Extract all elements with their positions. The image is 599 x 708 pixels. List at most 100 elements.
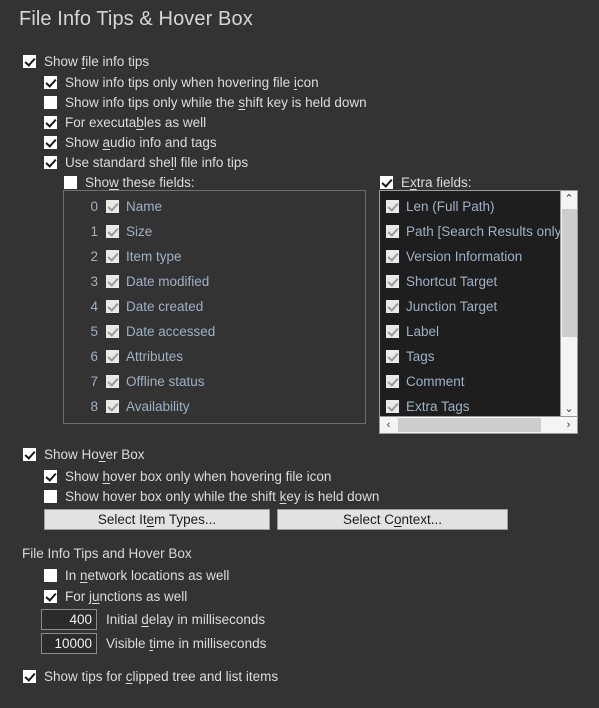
list-item[interactable]: Path [Search Results only] [386, 219, 565, 244]
list-item[interactable]: Label [386, 319, 546, 344]
list-item[interactable]: Comment [386, 369, 546, 394]
checkbox-box[interactable] [106, 375, 119, 388]
checkbox-box[interactable] [106, 200, 119, 213]
list-item-label: Date accessed [126, 324, 216, 339]
vertical-scrollbar[interactable]: ⌃ ⌄ [560, 191, 577, 418]
checkbox-label: Show audio info and tags [65, 135, 217, 150]
list-item-index: 1 [90, 224, 98, 239]
checkbox-box[interactable] [44, 96, 57, 109]
visible-time-input[interactable]: 10000 [41, 633, 97, 654]
initial-delay-row: 400 Initial delay in milliseconds [41, 609, 265, 630]
vertical-scrollbar-thumb[interactable] [562, 209, 577, 337]
horizontal-scrollbar-thumb[interactable] [398, 418, 541, 432]
list-item[interactable]: Len (Full Path) [386, 194, 546, 219]
checkbox-box[interactable] [386, 325, 399, 338]
checkbox-box[interactable] [106, 325, 119, 338]
list-item-label: Offline status [126, 374, 205, 389]
list-item-index: 6 [90, 349, 98, 364]
checkbox-label: For junctions as well [65, 589, 188, 604]
checkbox-label: Use standard shell file info tips [65, 155, 249, 170]
group-label-file-info-tips-and-hover-box: File Info Tips and Hover Box [22, 546, 192, 561]
checkbox-box[interactable] [44, 76, 57, 89]
checkbox-box[interactable] [386, 300, 399, 313]
list-item[interactable]: Version Information [386, 244, 546, 269]
checkbox-box[interactable] [23, 670, 36, 683]
checkbox-box[interactable] [44, 136, 57, 149]
checkbox-box[interactable] [106, 225, 119, 238]
checkbox-box[interactable] [44, 156, 57, 169]
checkbox-box[interactable] [106, 250, 119, 263]
chevron-up-icon[interactable]: ⌃ [561, 191, 577, 208]
list-item[interactable]: 4 Date created [64, 294, 365, 319]
checkbox-box[interactable] [64, 176, 77, 189]
checkbox-show-clipped-tips[interactable]: Show tips for clipped tree and list item… [23, 669, 278, 684]
checkbox-box[interactable] [44, 116, 57, 129]
button-label: Select Context... [342, 512, 443, 527]
checkbox-box[interactable] [106, 275, 119, 288]
fields-listbox[interactable]: 0 Name 1 Size 2 Item type 3 Date modifie… [63, 190, 366, 424]
list-item[interactable]: 6 Attributes [64, 344, 365, 369]
checkbox-show-audio-info[interactable]: Show audio info and tags [44, 135, 217, 150]
checkbox-info-tips-shift-key[interactable]: Show info tips only while the shift key … [44, 95, 367, 110]
list-item[interactable]: 1 Size [64, 219, 365, 244]
initial-delay-input[interactable]: 400 [41, 609, 97, 630]
list-item[interactable]: 2 Item type [64, 244, 365, 269]
list-item[interactable]: 0 Name [64, 194, 365, 219]
checkbox-box[interactable] [386, 200, 399, 213]
checkbox-label: For executables as well [65, 115, 207, 130]
checkbox-box[interactable] [44, 590, 57, 603]
checkbox-show-hover-box[interactable]: Show Hover Box [23, 447, 145, 462]
checkbox-box[interactable] [106, 350, 119, 363]
extra-fields-listbox[interactable]: Len (Full Path) Path [Search Results onl… [379, 190, 578, 434]
list-item[interactable]: Tags [386, 344, 546, 369]
checkbox-box[interactable] [380, 176, 393, 189]
list-item[interactable]: Junction Target [386, 294, 546, 319]
list-item-label: Availability [126, 399, 190, 414]
checkbox-box[interactable] [386, 250, 399, 263]
list-item[interactable]: 5 Date accessed [64, 319, 365, 344]
checkbox-box[interactable] [386, 375, 399, 388]
button-label: Select Item Types... [97, 512, 217, 527]
select-context-button[interactable]: Select Context... [277, 509, 508, 530]
list-item-label: Len (Full Path) [406, 199, 495, 214]
select-item-types-button[interactable]: Select Item Types... [44, 509, 270, 530]
checkbox-for-executables[interactable]: For executables as well [44, 115, 206, 130]
checkbox-box[interactable] [44, 569, 57, 582]
list-item-label: Junction Target [406, 299, 498, 314]
checkbox-box[interactable] [44, 470, 57, 483]
chevron-right-icon[interactable]: › [560, 417, 577, 433]
checkbox-use-standard-shell-tips[interactable]: Use standard shell file info tips [44, 155, 248, 170]
checkbox-box[interactable] [386, 350, 399, 363]
checkbox-for-junctions[interactable]: For junctions as well [44, 589, 187, 604]
list-item[interactable]: 3 Date modified [64, 269, 365, 294]
list-item-label: Version Information [406, 249, 523, 264]
list-item-index: 2 [90, 249, 98, 264]
horizontal-scrollbar[interactable]: ‹ › [380, 416, 577, 433]
checkbox-info-tips-hover-icon[interactable]: Show info tips only when hovering file i… [44, 75, 319, 90]
list-item-label: Label [406, 324, 440, 339]
chevron-left-icon[interactable]: ‹ [380, 417, 397, 433]
checkbox-box[interactable] [23, 448, 36, 461]
list-item[interactable]: Shortcut Target [386, 269, 546, 294]
list-item[interactable]: 8 Availability [64, 394, 365, 419]
list-item-label: Name [126, 199, 163, 214]
checkbox-label: Show Hover Box [44, 447, 145, 462]
checkbox-box[interactable] [23, 55, 36, 68]
checkbox-hover-box-shift-key[interactable]: Show hover box only while the shift key … [44, 489, 379, 504]
checkbox-box[interactable] [106, 300, 119, 313]
checkbox-label: In network locations as well [65, 568, 230, 583]
list-item[interactable]: 7 Offline status [64, 369, 365, 394]
list-item-label: Attributes [126, 349, 184, 364]
checkbox-box[interactable] [386, 225, 399, 238]
checkbox-label: Show hover box only while the shift key … [65, 489, 380, 504]
checkbox-box[interactable] [386, 400, 399, 413]
list-item-label: Comment [406, 374, 465, 389]
checkbox-extra-fields[interactable]: Extra fields: [380, 175, 472, 190]
checkbox-show-file-info-tips[interactable]: Show file info tips [23, 54, 149, 69]
checkbox-show-these-fields[interactable]: Show these fields: [64, 175, 195, 190]
checkbox-box[interactable] [44, 490, 57, 503]
checkbox-hover-box-hover-icon[interactable]: Show hover box only when hovering file i… [44, 469, 331, 484]
checkbox-box[interactable] [386, 275, 399, 288]
checkbox-network-locations[interactable]: In network locations as well [44, 568, 229, 583]
checkbox-box[interactable] [106, 400, 119, 413]
